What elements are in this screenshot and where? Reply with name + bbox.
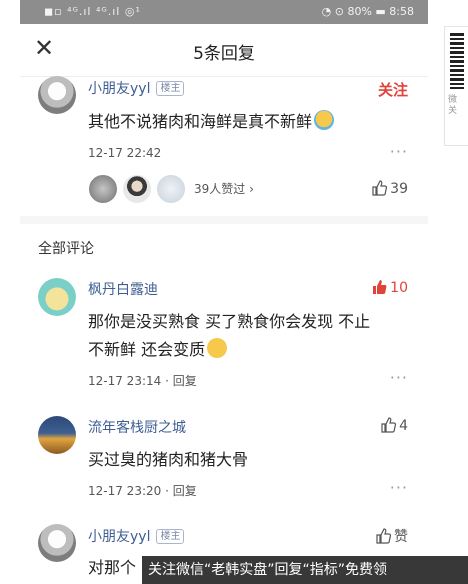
promo-watermark: 关注微信“老韩实盘”回复“指标”免费领 [142,556,468,584]
like-button[interactable]: 赞 [375,526,408,546]
thinking-emoji-icon [207,338,228,358]
likers-count[interactable]: 39人赞过 › [194,180,254,197]
username-text: 小朋友yyl [88,529,151,545]
avatar[interactable] [38,76,76,114]
username-text: 小朋友yyl [88,81,151,97]
comment-text-content: 不新鲜 还会变质 [88,340,206,359]
like-count: 39 [390,181,408,197]
phone-screen: ◼▫ ⁴ᴳ.ıl ⁴ᴳ.ıl ◎¹ ◔ ⊙ 80% ▬ 8:58 ✕ 5条回复 … [20,0,428,584]
owner-badge: 楼主 [156,529,185,544]
like-button[interactable]: 39 [371,180,408,197]
comment-text-line: 那你是没买熟食 买了熟食你会发现 不止 [88,312,371,331]
all-comments-heading: 全部评论 [38,241,94,257]
comment-time: 12-17 22:42 [88,146,162,160]
comment-time-reply[interactable]: 12-17 23:14 · 回复 [88,372,197,389]
top-nav: ✕ 5条回复 [20,24,428,77]
comment-username[interactable]: 小朋友yyl 楼主 [88,78,185,98]
section-divider [20,216,428,224]
like-count: 10 [390,280,408,296]
more-options-icon[interactable]: ··· [390,142,408,161]
like-button[interactable]: 10 [371,279,408,296]
crying-emoji-icon [314,110,335,130]
side-qr-card[interactable]: 微关 [444,26,468,146]
follow-button[interactable]: 关注 [378,79,408,100]
thumbs-up-icon [381,417,397,433]
comment-text-content: 其他不说猪肉和海鲜是真不新鲜 [88,112,313,131]
page-title: 5条回复 [193,44,255,64]
comment-username[interactable]: 枫丹白露迪 [88,279,158,299]
like-button[interactable]: 4 [380,417,408,434]
comment-text: 买过臭的猪肉和猪大骨 [88,450,249,469]
like-count: 4 [399,418,408,434]
comment-text-line: 不新鲜 还会变质 [88,336,418,364]
liker-avatar [156,174,186,204]
comment-username[interactable]: 流年客栈厨之城 [88,417,186,437]
status-bar: ◼▫ ⁴ᴳ.ıl ⁴ᴳ.ıl ◎¹ ◔ ⊙ 80% ▬ 8:58 [20,0,428,24]
avatar[interactable] [38,524,76,562]
comment-text: 那你是没买熟食 买了熟食你会发现 不止 不新鲜 还会变质 [88,308,418,364]
side-card-text: 微关 [448,95,458,116]
thumbs-up-icon [376,528,391,544]
more-options-icon[interactable]: ··· [390,368,408,387]
comment-time-reply[interactable]: 12-17 23:20 · 回复 [88,482,197,499]
thumbs-up-icon [372,180,388,196]
like-label: 赞 [394,529,408,545]
qr-code-icon [450,33,464,89]
status-bar-signal: ◼▫ ⁴ᴳ.ıl ⁴ᴳ.ıl ◎¹ [44,5,141,18]
owner-badge: 楼主 [156,81,185,96]
comment-username[interactable]: 小朋友yyl 楼主 [88,526,185,546]
comment-text: 其他不说猪肉和海鲜是真不新鲜 [88,108,388,136]
avatar[interactable] [38,278,76,316]
liker-avatar [122,174,152,204]
avatar[interactable] [38,416,76,454]
thumbs-up-filled-icon [373,280,387,294]
status-bar-battery-time: ◔ ⊙ 80% ▬ 8:58 [321,5,414,18]
more-options-icon[interactable]: ··· [390,478,408,497]
liker-avatar [88,174,118,204]
